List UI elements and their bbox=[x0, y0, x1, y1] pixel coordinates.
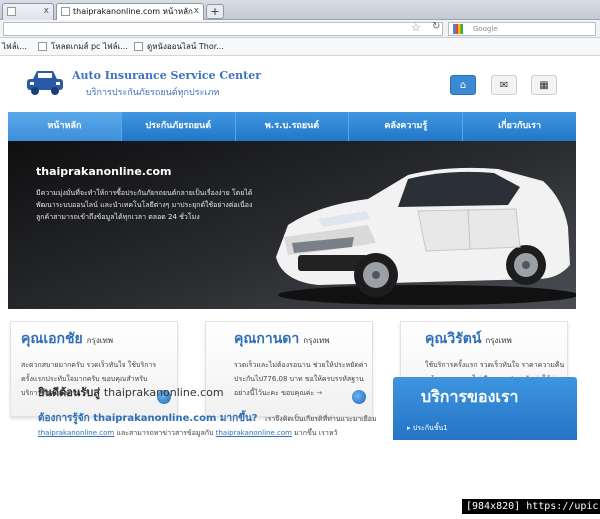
mail-icon: ✉ bbox=[499, 80, 509, 91]
menu-item-about[interactable]: เกี่ยวกับเรา bbox=[463, 112, 576, 141]
hero-title: thaiprakanonline.com bbox=[36, 165, 172, 178]
welcome-prefix: ยินดีต้อนรับสู่ bbox=[38, 386, 100, 399]
contact-button[interactable]: ✉ bbox=[491, 75, 517, 95]
bookmarks-bar: ไฟล์เ... โหลดเกมส์ pc ไฟล์เ... ดูหนังออน… bbox=[0, 38, 600, 56]
service-item-label: ประกันชั้น1 bbox=[412, 424, 448, 432]
address-bar[interactable] bbox=[3, 22, 443, 36]
watermark: [984x820] https://upic.me/ bbox=[462, 499, 600, 514]
faq-question: ต้องการรู้จัก thaiprakanonline.com มากขึ… bbox=[38, 411, 377, 426]
bookmark-item[interactable]: โหลดเกมส์ pc ไฟล์เ... bbox=[38, 38, 128, 55]
bookmark-icon bbox=[134, 42, 143, 51]
services-panel: บริการของเรา ▸ ประกันชั้น1 bbox=[393, 377, 577, 440]
tab-favicon-icon bbox=[7, 7, 16, 16]
star-icon[interactable]: ☆ bbox=[411, 21, 421, 34]
hero-banner: thaiprakanonline.com มีความมุ่งมั่นที่จะ… bbox=[8, 141, 576, 309]
google-icon bbox=[453, 24, 463, 34]
bookmark-label: ดูหนังออนไลน์ Thor... bbox=[147, 42, 224, 51]
tab-close-icon[interactable]: x bbox=[194, 4, 199, 19]
tab-close-icon[interactable]: x bbox=[44, 4, 49, 19]
sitemap-button[interactable]: ▦ bbox=[531, 75, 557, 95]
testimonial-location: กรุงเทพ bbox=[485, 336, 512, 345]
testimonial-name: คุณเอกชัย bbox=[21, 331, 83, 347]
reload-icon[interactable]: ↻ bbox=[432, 21, 440, 32]
search-placeholder: Google bbox=[473, 25, 498, 33]
hero-text: มีความมุ่งมั่นที่จะทำให้การซื้อประกันภัย… bbox=[36, 189, 253, 221]
menu-item-knowledge[interactable]: คลังความรู้ bbox=[349, 112, 464, 141]
browser-tab-2[interactable]: thaiprakanonline.com หน้าหลัก x bbox=[56, 3, 204, 20]
faq-intro: เราจึงคิดเป็นเกียรติที่ท่านแวะมาเยือม bbox=[265, 415, 377, 423]
menu-item-home[interactable]: หน้าหลัก bbox=[8, 112, 122, 141]
site-subtitle: บริการประกันภัยรถยนต์ทุกประเภท bbox=[86, 88, 220, 98]
browser-tab-1[interactable]: x bbox=[2, 3, 54, 20]
sitemap-icon: ▦ bbox=[539, 80, 549, 91]
search-input[interactable]: Google bbox=[448, 22, 596, 36]
domain-link[interactable]: thaiprakanonline.com bbox=[38, 429, 114, 437]
faq-paragraph: thaiprakanonline.com และสามารถหาข่าวสารข… bbox=[38, 428, 338, 439]
testimonial-card: คุณกานดา กรุงเทพ รวดเร็วและไม่ต้องรอนาน ช… bbox=[205, 321, 373, 417]
quote-bullet-icon bbox=[352, 390, 366, 404]
browser-tab-bar: x thaiprakanonline.com หน้าหลัก x + bbox=[0, 0, 600, 20]
home-button[interactable]: ⌂ bbox=[450, 75, 476, 95]
bookmark-icon bbox=[38, 42, 47, 51]
main-menu: หน้าหลัก ประกันภัยรถยนต์ พ.ร.บ.รถยนต์ คล… bbox=[8, 112, 576, 141]
home-icon: ⌂ bbox=[459, 80, 467, 91]
read-more-link[interactable]: → bbox=[316, 389, 322, 397]
faq-text: และสามารถหาข่าวสารข้อมูลกับ bbox=[114, 429, 216, 437]
site-title: Auto Insurance Service Center bbox=[72, 69, 262, 82]
welcome-domain: thaiprakanonline.com bbox=[103, 386, 224, 399]
welcome-heading: ยินดีต้อนรับสู่ thaiprakanonline.com bbox=[38, 383, 224, 401]
faq-text-tail: มากขึ้น เราหวังว่าท่านจะได้ bbox=[294, 429, 338, 437]
tab-label: thaiprakanonline.com หน้าหลัก bbox=[73, 7, 193, 16]
bookmark-label: ไฟล์เ... bbox=[2, 42, 27, 51]
hero-car-image bbox=[276, 167, 576, 305]
testimonial-location: กรุงเทพ bbox=[86, 336, 114, 345]
bookmark-item[interactable]: ดูหนังออนไลน์ Thor... bbox=[134, 38, 224, 55]
bookmark-label: โหลดเกมส์ pc ไฟล์เ... bbox=[51, 42, 128, 51]
tab-favicon-icon bbox=[61, 7, 70, 16]
car-logo-icon[interactable] bbox=[24, 67, 66, 97]
faq-question-text: ต้องการรู้จัก thaiprakanonline.com มากขึ… bbox=[38, 413, 258, 424]
testimonial-location: กรุงเทพ bbox=[303, 336, 330, 345]
service-item[interactable]: ▸ ประกันชั้น1 bbox=[407, 423, 448, 434]
services-heading: บริการของเรา bbox=[421, 387, 519, 406]
testimonial-text: รวดเร็วและไม่ต้องรอนาน ช่วยให้ประหยัดค่า… bbox=[234, 361, 368, 397]
testimonial-card: คุณเอกชัย กรุงเทพ สะดวกสบายมากครับ รวดเร็… bbox=[10, 321, 178, 417]
domain-link[interactable]: thaiprakanonline.com bbox=[216, 429, 292, 437]
new-tab-button[interactable]: + bbox=[206, 4, 224, 19]
testimonial-name: คุณกานดา bbox=[234, 331, 300, 347]
testimonial-name: คุณวิรัตน์ bbox=[425, 331, 482, 347]
bookmark-item[interactable]: ไฟล์เ... bbox=[2, 38, 27, 55]
menu-item-compulsory[interactable]: พ.ร.บ.รถยนต์ bbox=[236, 112, 350, 141]
menu-item-car-insurance[interactable]: ประกันภัยรถยนต์ bbox=[122, 112, 236, 141]
